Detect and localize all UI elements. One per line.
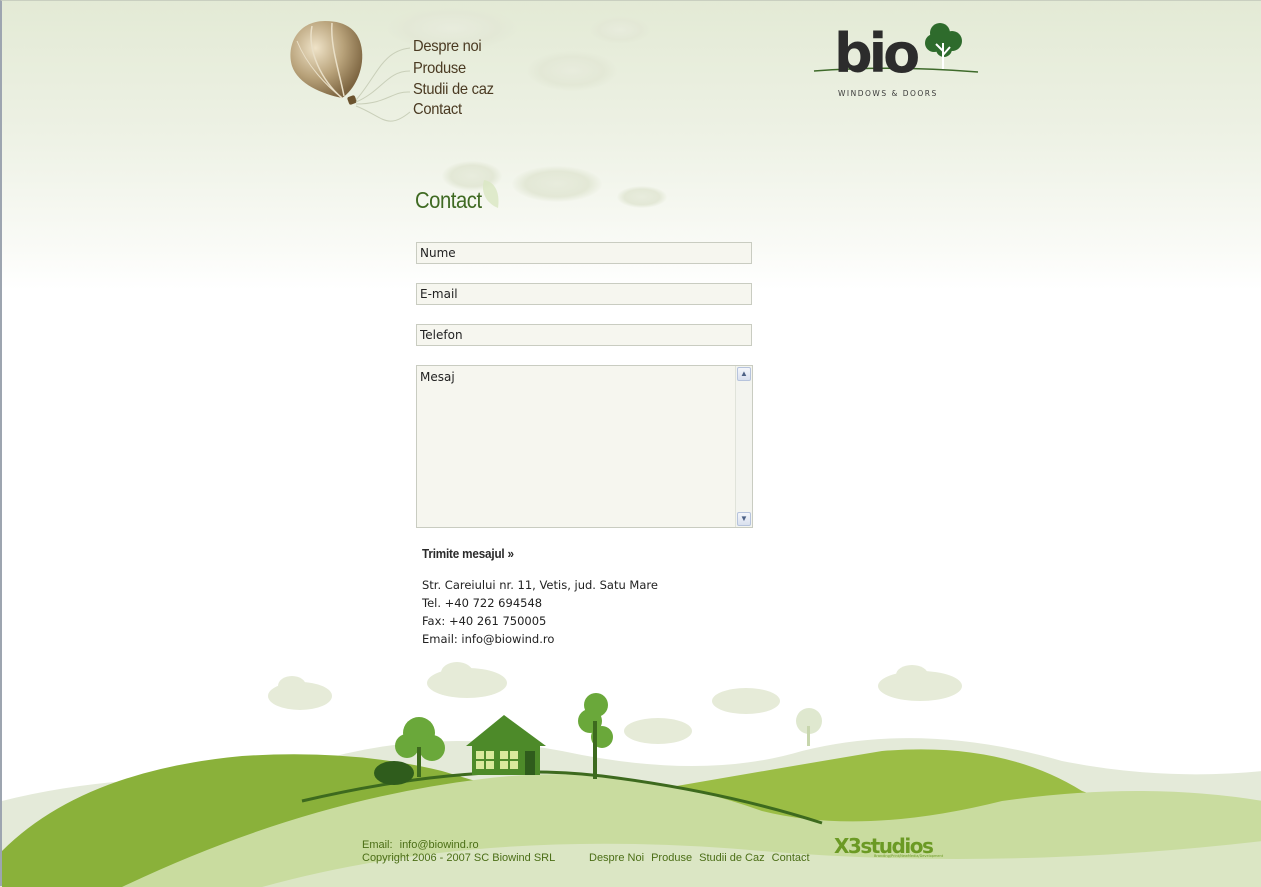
footer-link-despre-noi[interactable]: Despre Noi (589, 852, 644, 864)
credit-tagline: Branding/Print/NewMedia/Development (874, 854, 944, 858)
nav-item-despre-noi[interactable]: Despre noi (413, 38, 482, 56)
scrollbar[interactable]: ▲ ▼ (735, 366, 752, 527)
phone-input[interactable] (416, 324, 752, 346)
footer-email-label: Email: (362, 839, 393, 851)
footer-email-link[interactable]: info@biowind.ro (400, 839, 479, 851)
footer-link-contact[interactable]: Contact (772, 852, 810, 864)
footer-copyright: Copyright 2006 - 2007 SC Biowind SRL (362, 852, 556, 864)
leaf-icon (482, 180, 499, 208)
scroll-down-icon[interactable]: ▼ (737, 512, 751, 526)
footer-nav: Despre Noi Produse Studii de Caz Contact (589, 852, 814, 864)
nav-item-studii-de-caz[interactable]: Studii de caz (413, 81, 494, 99)
balloon-icon (290, 21, 411, 122)
footer-email: Email: info@biowind.ro (362, 839, 483, 851)
address-email: Email: info@biowind.ro (422, 632, 555, 646)
logo[interactable]: bio WINDOWS & DOORS (812, 19, 982, 101)
cloud (617, 186, 667, 208)
address-fax: Fax: +40 261 750005 (422, 614, 547, 628)
cloud (527, 51, 617, 91)
x3studios-logo[interactable]: X3studios Branding/Print/NewMedia/Develo… (834, 835, 974, 861)
page-title: Contact (415, 187, 482, 213)
submit-button[interactable]: Trimite mesajul » (422, 546, 514, 561)
email-input[interactable] (416, 283, 752, 305)
nav-item-contact[interactable]: Contact (413, 101, 462, 119)
cloud (590, 16, 650, 44)
cloud (512, 166, 602, 202)
scroll-up-icon[interactable]: ▲ (737, 367, 751, 381)
logo-brand: bio (834, 22, 920, 85)
address-phone: Tel. +40 722 694548 (422, 596, 543, 610)
address-street: Str. Careiului nr. 11, Vetis, jud. Satu … (422, 578, 658, 592)
name-input[interactable] (416, 242, 752, 264)
nav-item-produse[interactable]: Produse (413, 60, 466, 78)
message-text: Mesaj (420, 370, 455, 384)
message-textarea[interactable]: Mesaj ▲ ▼ (416, 365, 753, 528)
logo-tagline: WINDOWS & DOORS (838, 89, 938, 98)
footer-link-studii-de-caz[interactable]: Studii de Caz (699, 852, 764, 864)
footer-link-produse[interactable]: Produse (651, 852, 692, 864)
